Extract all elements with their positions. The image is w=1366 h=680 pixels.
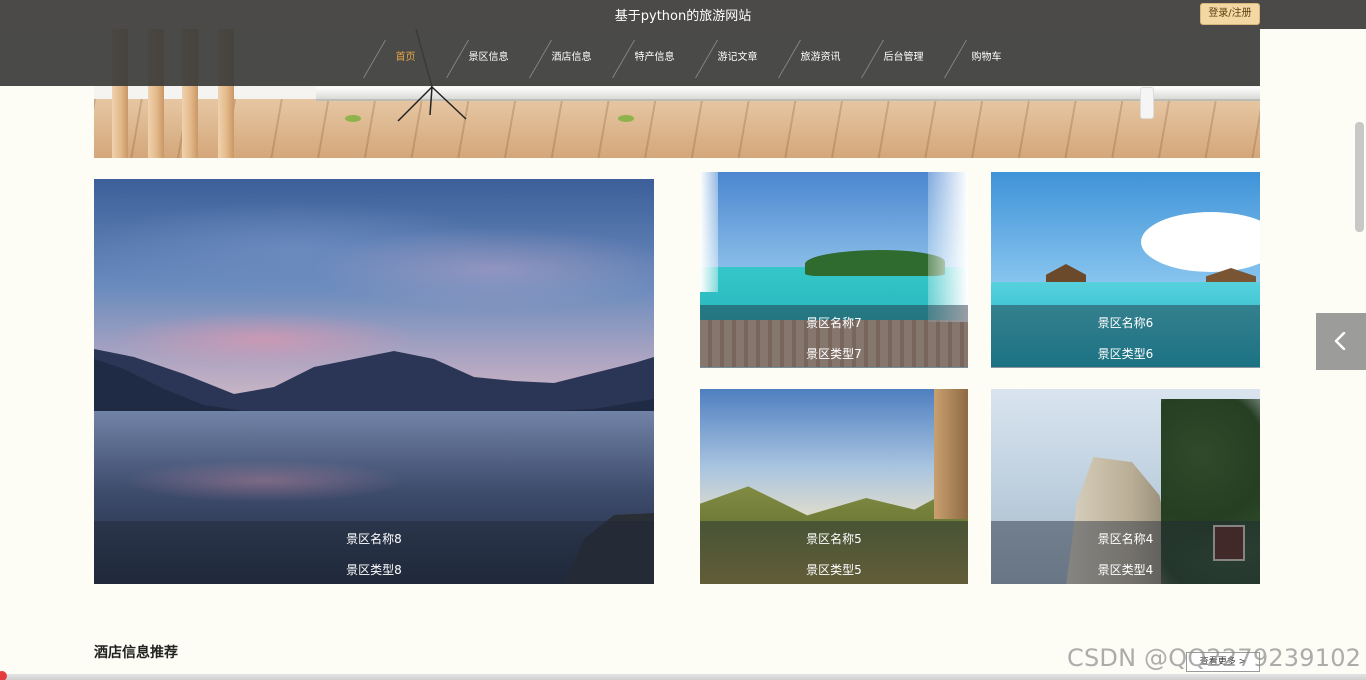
banner-vase bbox=[1140, 87, 1154, 119]
bottom-edge bbox=[0, 674, 1366, 680]
banner-plant bbox=[618, 115, 634, 122]
scenic-type: 景区类型6 bbox=[1097, 347, 1154, 361]
nav-item-travelogue[interactable]: 游记文章 bbox=[696, 29, 779, 86]
scenic-type: 景区类型5 bbox=[806, 563, 862, 577]
chevron-left-icon bbox=[1334, 332, 1346, 350]
featured-card-5[interactable]: 景区名称5 景区类型5 bbox=[700, 389, 968, 584]
featured-main-card[interactable]: 景区名称8 景区类型8 bbox=[94, 179, 654, 584]
card-caption: 景区名称7 景区类型7 bbox=[700, 305, 968, 368]
scenic-type: 景区类型4 bbox=[1097, 563, 1154, 577]
scenic-type: 景区类型8 bbox=[346, 563, 402, 577]
scenic-name: 景区名称8 bbox=[346, 532, 402, 546]
cloud bbox=[1141, 212, 1260, 272]
nav-item-admin[interactable]: 后台管理 bbox=[862, 29, 945, 86]
status-dot bbox=[0, 671, 7, 680]
scenic-name: 景区名称7 bbox=[806, 316, 862, 330]
curtain bbox=[700, 172, 718, 292]
nav-item-specialty[interactable]: 特产信息 bbox=[613, 29, 696, 86]
site-title: 基于python的旅游网站 bbox=[614, 9, 752, 24]
featured-card-4[interactable]: 景区名称4 景区类型4 bbox=[991, 389, 1260, 584]
nav-item-hotel[interactable]: 酒店信息 bbox=[530, 29, 613, 86]
side-toggle-button[interactable] bbox=[1316, 313, 1366, 370]
nav-item-home[interactable]: 首页 bbox=[364, 29, 447, 86]
featured-card-6[interactable]: 景区名称6 景区类型6 bbox=[991, 172, 1260, 368]
nav-item-scenic[interactable]: 景区信息 bbox=[447, 29, 530, 86]
banner-plant bbox=[345, 115, 361, 122]
csdn-watermark: CSDN @QQ2279239102 bbox=[1067, 644, 1362, 672]
card-caption: 景区名称4 景区类型4 bbox=[991, 521, 1260, 584]
nav-item-cart[interactable]: 购物车 bbox=[945, 29, 1028, 86]
pavilion bbox=[1046, 264, 1086, 282]
main-nav: 首页 景区信息 酒店信息 特产信息 游记文章 旅游资讯 后台管理 购物车 bbox=[0, 29, 1260, 86]
scenic-name: 景区名称5 bbox=[806, 532, 862, 546]
hotel-section-title: 酒店信息推荐 bbox=[94, 645, 178, 661]
card-caption: 景区名称6 景区类型6 bbox=[991, 305, 1260, 368]
top-header: 基于python的旅游网站 登录/注册 bbox=[0, 0, 1366, 29]
nav-item-news[interactable]: 旅游资讯 bbox=[779, 29, 862, 86]
scenic-name: 景区名称6 bbox=[1097, 316, 1154, 330]
card-caption: 景区名称5 景区类型5 bbox=[700, 521, 968, 584]
page-scrollbar[interactable] bbox=[1355, 122, 1364, 232]
scenic-type: 景区类型7 bbox=[806, 347, 862, 361]
featured-card-7[interactable]: 景区名称7 景区类型7 bbox=[700, 172, 968, 368]
nav-items: 首页 景区信息 酒店信息 特产信息 游记文章 旅游资讯 后台管理 购物车 bbox=[364, 29, 1028, 86]
scenic-name: 景区名称4 bbox=[1097, 532, 1154, 546]
banner-floor bbox=[94, 99, 1260, 158]
login-register-button[interactable]: 登录/注册 bbox=[1200, 3, 1260, 25]
card-caption: 景区名称8 景区类型8 bbox=[94, 521, 654, 584]
rock-pillar bbox=[934, 389, 968, 519]
curtain bbox=[928, 172, 968, 322]
island bbox=[805, 250, 945, 276]
